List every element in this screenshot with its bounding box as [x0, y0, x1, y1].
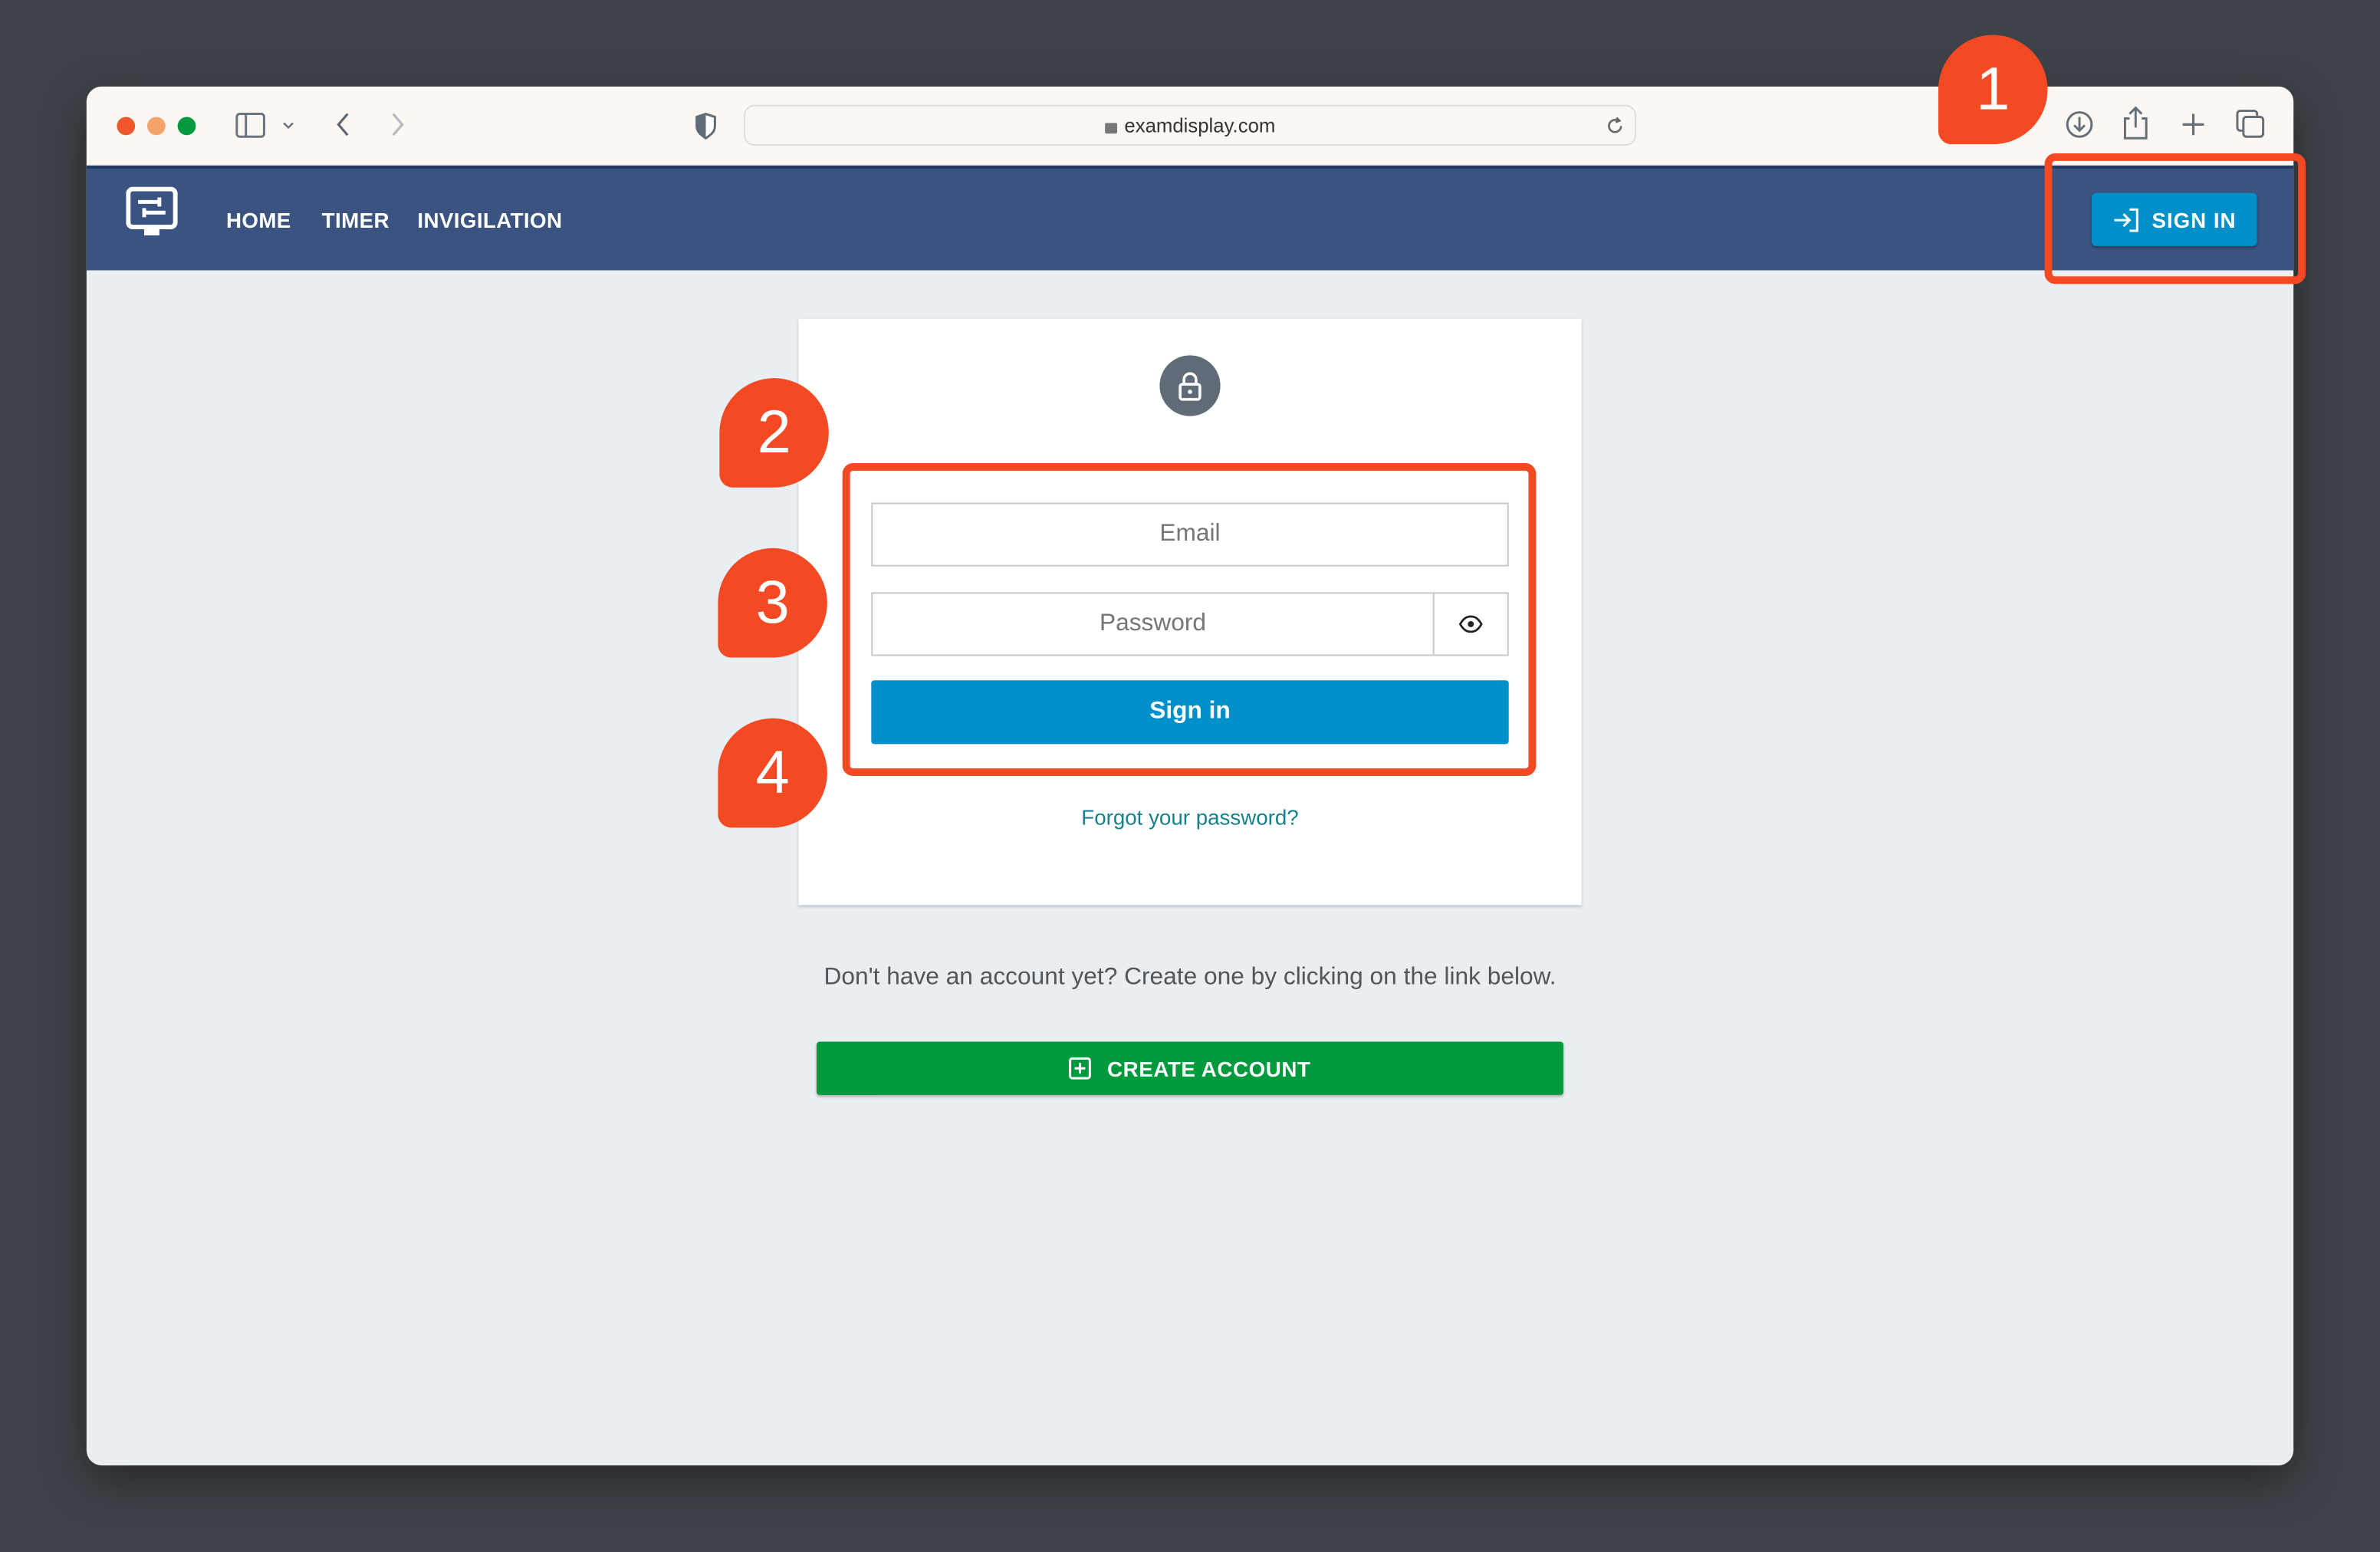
annotation-marker-4: 4	[718, 718, 827, 828]
share-icon[interactable]	[2122, 105, 2149, 142]
minimize-window-button[interactable]	[147, 117, 166, 136]
nav-timer-link[interactable]: TIMER	[322, 208, 390, 232]
padlock-icon	[1178, 372, 1202, 401]
annotation-marker-3: 3	[718, 547, 827, 658]
browser-window: examdisplay.com HOME TIMER INVIGILATION …	[86, 86, 2294, 1466]
nav-invigilation-link[interactable]: INVIGILATION	[417, 208, 562, 232]
annotation-highlight-sign-in	[2044, 153, 2306, 284]
create-account-button[interactable]: CREATE ACCOUNT	[817, 1041, 1563, 1095]
sidebar-toggle-icon[interactable]	[235, 113, 296, 140]
lock-icon	[1104, 123, 1117, 134]
back-icon[interactable]	[334, 111, 353, 139]
forgot-password-link[interactable]: Forgot your password?	[798, 805, 1581, 830]
close-window-button[interactable]	[117, 117, 136, 136]
url-text: examdisplay.com	[1124, 113, 1276, 137]
address-bar[interactable]: examdisplay.com	[744, 104, 1637, 146]
create-account-label: CREATE ACCOUNT	[1107, 1056, 1311, 1081]
annotation-marker-1: 1	[1938, 35, 2048, 145]
tab-overview-icon[interactable]	[2236, 110, 2267, 140]
create-account-note: Don't have an account yet? Create one by…	[823, 964, 1557, 991]
exam-display-logo-icon[interactable]	[126, 186, 180, 238]
maximize-window-button[interactable]	[177, 117, 196, 136]
lock-avatar	[1159, 355, 1221, 416]
top-navbar: HOME TIMER INVIGILATION SIGN IN	[86, 165, 2294, 271]
privacy-shield-icon[interactable]	[695, 112, 717, 140]
annotation-highlight-login-form	[842, 463, 1537, 776]
annotation-marker-2: 2	[719, 378, 829, 488]
downloads-icon[interactable]	[2064, 110, 2095, 140]
nav-home-link[interactable]: HOME	[226, 208, 291, 232]
forward-icon[interactable]	[389, 111, 407, 139]
reload-icon[interactable]	[1604, 116, 1626, 137]
plus-square-icon	[1070, 1057, 1092, 1080]
new-tab-icon[interactable]	[2180, 111, 2207, 139]
